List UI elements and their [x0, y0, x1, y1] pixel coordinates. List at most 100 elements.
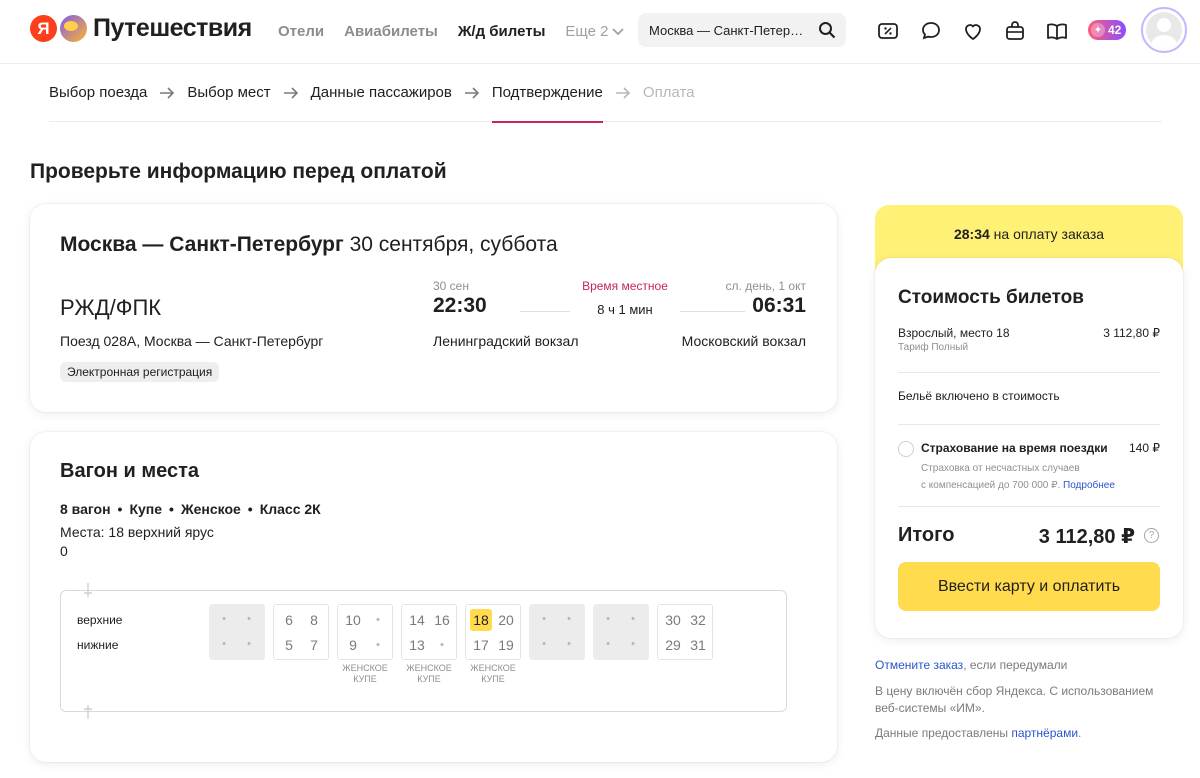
plus-icon: ✦ — [1091, 23, 1105, 37]
search-box[interactable]: Москва — Санкт-Петербург — [638, 13, 846, 47]
wagon-gender: Женское — [180, 501, 241, 517]
help-question-icon[interactable]: ? — [1144, 528, 1159, 543]
route-date: 30 сентября, суббота — [343, 233, 558, 256]
nav-more[interactable]: Еще 2 — [565, 23, 625, 40]
compartment: 18 20 17 19 — [465, 604, 521, 660]
price-card: Стоимость билетов Взрослый, место 18 Тар… — [875, 258, 1183, 638]
main-nav: Отели Авиабилеты Ж/д билеты Еще 2 — [278, 23, 644, 40]
arrow-right-icon — [615, 86, 631, 99]
timer-label: на оплату заказа — [989, 226, 1105, 242]
arrow-right-icon — [160, 86, 175, 99]
compartment — [209, 604, 265, 660]
fee-note: В цену включён сбор Яндекса. С использов… — [875, 684, 1154, 715]
step-confirmation: Подтверждение — [491, 64, 603, 123]
page-title: Проверьте информацию перед оплатой — [30, 160, 447, 183]
seat[interactable]: 7 — [303, 634, 325, 656]
chat-icon[interactable] — [920, 20, 942, 42]
seat[interactable]: 8 — [303, 609, 325, 631]
partners-link[interactable]: партнёрами — [1011, 726, 1078, 740]
seat[interactable]: 14 — [406, 609, 428, 631]
arrow-right-icon — [464, 86, 479, 99]
favorites-heart-icon[interactable] — [962, 20, 984, 42]
journal-book-icon[interactable] — [1046, 20, 1068, 42]
seat[interactable]: 13 — [406, 634, 428, 656]
carrier: РЖД/ФПК — [60, 295, 162, 320]
trips-bag-icon[interactable] — [1004, 20, 1026, 42]
seat[interactable]: 6 — [278, 609, 300, 631]
arrival-station: Московский вокзал — [681, 333, 806, 349]
price-title: Стоимость билетов — [898, 287, 1084, 308]
departure-station: Ленинградский вокзал — [433, 333, 579, 349]
search-input[interactable]: Москва — Санкт-Петербург — [649, 23, 809, 38]
insurance-checkbox[interactable] — [898, 441, 914, 457]
data-source-suffix: . — [1078, 726, 1082, 740]
plus-count: 42 — [1108, 23, 1122, 37]
avatar[interactable] — [1141, 7, 1187, 53]
departure-date: 30 сен — [433, 279, 469, 293]
seat[interactable]: 20 — [495, 609, 517, 631]
insurance-desc-line-2: с компенсацией до 700 000 ₽. Подробнее — [921, 477, 1115, 494]
search-icon[interactable] — [818, 21, 836, 39]
seat[interactable]: 31 — [687, 634, 709, 656]
compartment-label: ЖЕНСКОЕ КУПЕ — [342, 663, 388, 684]
route-card: Москва — Санкт-Петербург 30 сентября, су… — [30, 204, 837, 412]
seat[interactable]: 17 — [470, 634, 492, 656]
local-time-label[interactable]: Время местное — [570, 279, 680, 293]
timer-value: 28:34 — [953, 226, 990, 242]
wagon-class: Класс 2К — [259, 501, 321, 517]
cancel-order-link[interactable]: Отмените заказ — [875, 658, 963, 672]
wagon-scheme: верхние нижние 6857109ЖЕНСКОЕ КУПЕ141613… — [60, 583, 787, 719]
data-source-prefix: Данные предоставлены — [875, 726, 1012, 740]
wagon-end-marker-icon — [84, 583, 92, 597]
seat-unavailable — [238, 608, 260, 630]
total-value: 3 112,80 ₽ — [1038, 526, 1135, 548]
nav-avia[interactable]: Авиабилеты — [344, 23, 438, 40]
departure-time: 22:30 — [433, 294, 487, 317]
nav-trains[interactable]: Ж/д билеты — [458, 23, 546, 40]
seat[interactable]: 30 — [662, 609, 684, 631]
discount-icon[interactable] — [877, 20, 899, 42]
seat-unavailable — [558, 633, 580, 655]
seat[interactable]: 5 — [278, 634, 300, 656]
row-label-lower: нижние — [77, 638, 119, 652]
cancel-note-text: , если передумали — [963, 658, 1068, 672]
pay-button[interactable]: Ввести карту и оплатить — [898, 562, 1160, 611]
train-description: Поезд 028А, Москва — Санкт-Петербург — [60, 333, 324, 349]
seat[interactable]: 32 — [687, 609, 709, 631]
step-select-train[interactable]: Выбор поезда — [49, 64, 147, 122]
step-payment: Оплата — [642, 84, 695, 101]
seat-unavailable — [597, 633, 619, 655]
seat[interactable]: 9 — [342, 634, 364, 656]
arrival-time: 06:31 — [752, 294, 806, 317]
wagon-type: Купе — [129, 501, 163, 517]
seat-unavailable — [597, 608, 619, 630]
seat[interactable]: 16 — [431, 609, 453, 631]
insurance-more-link[interactable]: Подробнее — [1063, 480, 1115, 491]
step-passenger-data[interactable]: Данные пассажиров — [311, 64, 452, 122]
compartment: 6857 — [273, 604, 329, 660]
seat-unavailable — [558, 608, 580, 630]
wagon-card: Вагон и места 8 вагон • Купе • Женское • Кл… — [30, 432, 837, 762]
wagon-meta: 8 вагон • Купе • Женское • Класс 2К — [60, 501, 321, 517]
seat[interactable]: 19 — [495, 634, 517, 656]
travel-globe-icon — [60, 15, 87, 42]
seat-unavailable — [367, 609, 389, 631]
seat[interactable]: 10 — [342, 609, 364, 631]
insurance-price: 140 ₽ — [1129, 441, 1160, 455]
yandex-logo-icon: Я — [30, 15, 57, 42]
separator-dot: • — [169, 501, 174, 517]
step-select-seats[interactable]: Выбор мест — [187, 64, 270, 122]
seat[interactable]: 29 — [662, 634, 684, 656]
plus-points-badge[interactable]: ✦ 42 — [1088, 20, 1127, 40]
compartment: 109 — [337, 604, 393, 660]
compartment-label: ЖЕНСКОЕ КУПЕ — [470, 663, 516, 684]
nav-hotels[interactable]: Отели — [278, 23, 324, 40]
seat-unavailable — [622, 608, 644, 630]
seat[interactable]: 18 — [470, 609, 492, 631]
avatar-placeholder-icon — [1146, 12, 1182, 48]
divider — [898, 506, 1160, 507]
logo[interactable]: Я Путешествия — [30, 14, 252, 43]
insurance-title[interactable]: Страхование на время поездки — [921, 441, 1108, 455]
divider — [898, 372, 1160, 373]
selected-seats: Места: 18 верхний ярус — [60, 524, 214, 540]
